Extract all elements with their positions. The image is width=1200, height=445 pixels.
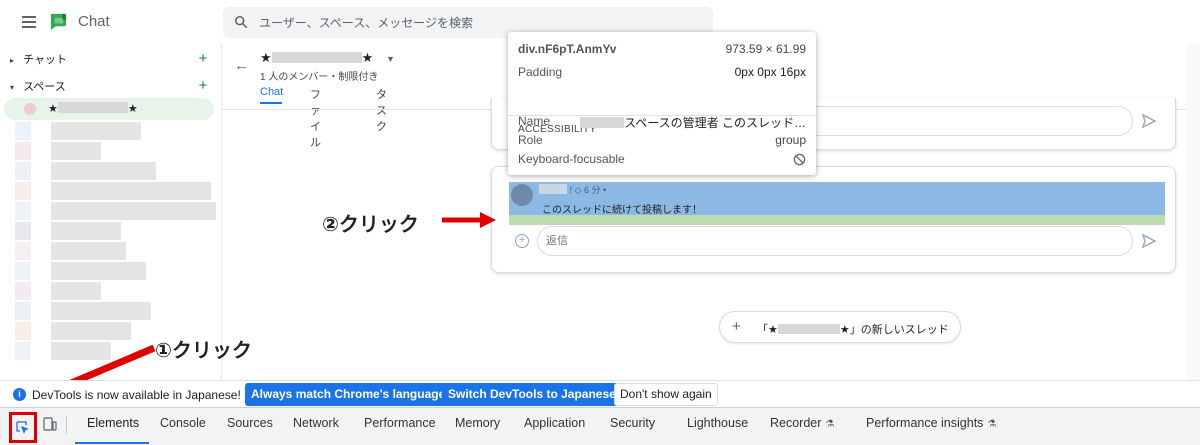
- create-space-button[interactable]: +: [197, 78, 209, 93]
- main-menu-icon[interactable]: [22, 16, 36, 28]
- info-icon: i: [13, 388, 26, 401]
- redacted-block: [57, 102, 128, 113]
- tab-chat[interactable]: Chat: [260, 86, 283, 98]
- keyboard-focusable-label: Keyboard-focusable: [518, 152, 625, 166]
- devtools-inspect-tooltip: div.nF6pT.AnmYv 973.59 × 61.99 Padding 0…: [508, 32, 816, 175]
- collapse-caret-icon: ▸: [10, 56, 15, 65]
- tooltip-padding-row: Padding 0px 0px 16px: [518, 65, 806, 81]
- redacted-block: [580, 117, 625, 128]
- tab-tasks[interactable]: タスク: [376, 86, 387, 134]
- sidebar: ▸ チャット + ▾ スペース + ★★ ▸ 会議: [0, 44, 222, 415]
- padding-value: 0px 0px 16px: [734, 65, 806, 79]
- devtools-tab-performance-insights[interactable]: Performance insights ⚗: [866, 416, 996, 430]
- a11y-name-label: Name: [518, 114, 551, 128]
- a11y-role-label: Role: [518, 133, 543, 147]
- a11y-role-value: group: [775, 133, 806, 147]
- app-title: Chat: [78, 13, 110, 30]
- sidebar-section-label: スペース: [23, 81, 66, 93]
- tooltip-keyboard-row: Keyboard-focusable: [518, 152, 806, 168]
- sidebar-section-spaces[interactable]: ▾ スペース: [10, 78, 66, 94]
- search-icon[interactable]: [234, 15, 248, 29]
- a11y-name-value: スペースの管理者 このスレッド…: [580, 114, 806, 131]
- google-chat-logo-icon: [50, 13, 67, 31]
- new-thread-button[interactable]: + 「★ ★」の新しいスレッド: [719, 311, 961, 343]
- redacted-block: [539, 184, 567, 194]
- redacted-block: [777, 324, 840, 334]
- element-selector: div.nF6pT.AnmYv: [518, 42, 617, 56]
- reply-input[interactable]: [546, 227, 946, 255]
- devtools-tab-application[interactable]: Application: [524, 416, 585, 430]
- devtools-tab-sources[interactable]: Sources: [227, 416, 273, 430]
- active-tab-indicator: [75, 442, 149, 444]
- padding-label: Padding: [518, 65, 563, 79]
- redacted-block: [271, 52, 362, 63]
- user-avatar: [511, 184, 533, 206]
- inspect-cursor-icon: [16, 421, 29, 434]
- add-icon[interactable]: +: [515, 234, 529, 248]
- switch-to-japanese-button[interactable]: Switch DevTools to Japanese: [442, 383, 622, 406]
- device-toolbar-icon[interactable]: [43, 417, 57, 431]
- message-text: このスレッドに続けて投稿します！: [542, 205, 702, 216]
- devtools-tab-security[interactable]: Security: [610, 416, 655, 430]
- toolbar-divider: [66, 416, 67, 434]
- always-match-language-button[interactable]: Always match Chrome's language: [245, 383, 452, 406]
- devtools-language-infobar: i DevTools is now available in Japanese!…: [0, 380, 1200, 407]
- room-subtitle: 1 人のメンバー・制限付き: [260, 72, 379, 83]
- dont-show-again-button[interactable]: Don't show again: [614, 383, 718, 406]
- sidebar-section-chat[interactable]: ▸ チャット: [10, 51, 67, 67]
- sidebar-section-label: チャット: [23, 54, 67, 66]
- space-name: ★ ★: [48, 102, 138, 115]
- devtools-tab-elements[interactable]: Elements: [87, 416, 139, 430]
- start-chat-button[interactable]: +: [197, 51, 209, 66]
- tooltip-role-row: Role group: [518, 133, 806, 149]
- scrollbar[interactable]: [1186, 44, 1200, 380]
- padding-box-highlight: [509, 215, 1165, 225]
- message-time: 6 分: [583, 185, 601, 195]
- devtools-tab-network[interactable]: Network: [293, 416, 339, 430]
- tab-files[interactable]: ファイル: [310, 86, 321, 150]
- tooltip-name-row: Name スペースの管理者 このスレッド…: [518, 114, 806, 130]
- send-icon[interactable]: [1142, 114, 1156, 128]
- experimental-flask-icon: ⚗: [987, 419, 997, 430]
- devtools-tab-console[interactable]: Console: [160, 416, 206, 430]
- devtools-tab-performance[interactable]: Performance: [364, 416, 436, 430]
- active-tab-indicator: [260, 102, 282, 104]
- room-menu-dropdown-icon[interactable]: ▼: [386, 54, 395, 64]
- reply-field[interactable]: [537, 226, 1133, 256]
- inspected-element-overlay: ! ◇ 6 分 • このスレッドに続けて投稿します！: [509, 182, 1165, 225]
- not-focusable-icon: [793, 153, 806, 166]
- expand-caret-icon: ▾: [10, 83, 15, 92]
- sidebar-item-selected-space[interactable]: ★ ★: [4, 98, 214, 120]
- infobar-message: DevTools is now available in Japanese!: [32, 388, 241, 402]
- space-avatar: [24, 103, 36, 115]
- devtools-tab-memory[interactable]: Memory: [455, 416, 500, 430]
- new-thread-label: 「★ ★」の新しいスレッド: [757, 324, 949, 336]
- room-title[interactable]: ★ ★: [260, 50, 373, 66]
- plus-icon: +: [732, 318, 741, 335]
- element-size: 973.59 × 61.99: [725, 42, 806, 56]
- annotation-step2: ②クリック: [322, 214, 419, 236]
- devtools-tab-lighthouse[interactable]: Lighthouse: [687, 416, 748, 430]
- message-meta: ! ◇ 6 分 •: [539, 183, 606, 196]
- experimental-flask-icon: ⚗: [825, 419, 835, 430]
- annotation-step1: ①クリック: [155, 340, 252, 362]
- tooltip-selector-row: div.nF6pT.AnmYv 973.59 × 61.99: [518, 42, 806, 58]
- devtools-tab-recorder[interactable]: Recorder ⚗: [770, 416, 834, 430]
- devtools-toolbar: Elements Console Sources Network Perform…: [0, 407, 1200, 445]
- send-icon[interactable]: [1142, 234, 1156, 248]
- annotation-arrow-icon: [442, 212, 496, 228]
- back-arrow-icon[interactable]: ←: [234, 57, 249, 74]
- inspect-element-button[interactable]: [9, 412, 37, 443]
